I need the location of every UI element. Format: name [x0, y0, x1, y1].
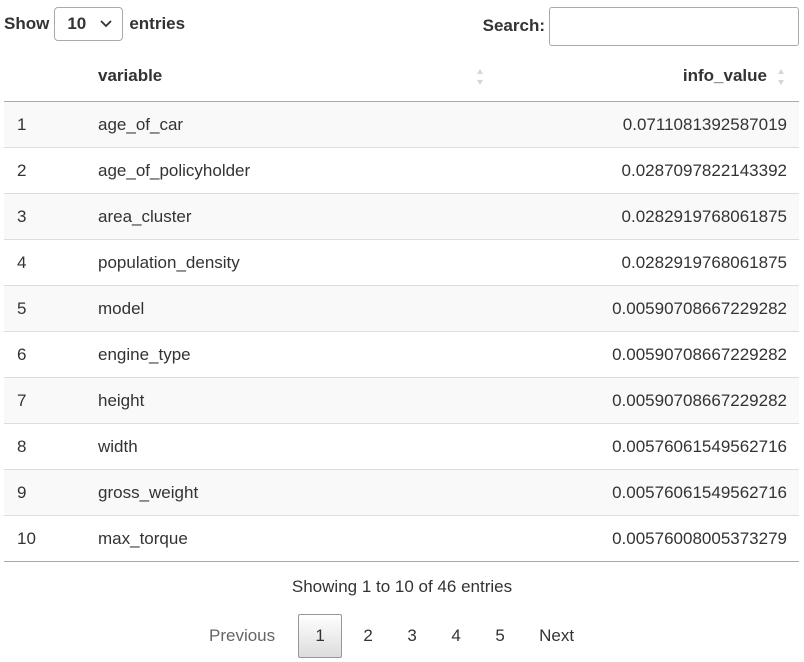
variable-cell: max_torque	[86, 515, 416, 562]
page-length-select[interactable]: 10	[54, 7, 124, 41]
column-header-index	[4, 54, 86, 102]
info-value-cell: 0.00576061549562716	[416, 423, 799, 470]
row-index: 3	[4, 193, 86, 240]
row-index: 8	[4, 423, 86, 470]
variable-cell: area_cluster	[86, 193, 416, 240]
table-info-text: Showing 1 to 10 of 46 entries	[291, 577, 513, 596]
page-button-1[interactable]: 1	[298, 614, 343, 658]
pagination: Previous 1 2 3 4 5 Next	[190, 613, 591, 659]
info-value-cell: 0.00576061549562716	[416, 469, 799, 516]
search-label: Search:	[482, 16, 545, 35]
info-value-cell: 0.0711081392587019	[416, 101, 799, 148]
row-index: 2	[4, 147, 86, 194]
row-index: 7	[4, 377, 86, 424]
header-row: variable info_value	[4, 54, 799, 102]
column-header-variable[interactable]: variable	[86, 54, 483, 102]
page-button-4[interactable]: 4	[434, 614, 478, 658]
table-row: 8 width 0.00576061549562716	[4, 423, 799, 470]
chevron-down-icon	[99, 17, 113, 31]
variable-cell: gross_weight	[86, 469, 416, 516]
variable-cell: width	[86, 423, 416, 470]
page-length-control: Show 10 entries	[4, 7, 185, 41]
table-row: 2 age_of_policyholder 0.0287097822143392	[4, 147, 799, 194]
previous-page-button[interactable]: Previous	[190, 614, 294, 658]
column-header-variable-label: variable	[98, 66, 163, 85]
variable-cell: age_of_car	[86, 101, 416, 148]
variable-cell: population_density	[86, 239, 416, 286]
table-row: 1 age_of_car 0.0711081392587019	[4, 101, 799, 148]
table-row: 3 area_cluster 0.0282919768061875	[4, 193, 799, 240]
table-row: 5 model 0.00590708667229282	[4, 285, 799, 332]
table-row: 6 engine_type 0.00590708667229282	[4, 331, 799, 378]
table-row: 9 gross_weight 0.00576061549562716	[4, 469, 799, 516]
row-index: 9	[4, 469, 86, 516]
info-value-cell: 0.00576008005373279	[416, 515, 799, 562]
variable-cell: model	[86, 285, 416, 332]
data-table: variable info_value 1 age_of_car 0.07110…	[4, 54, 799, 562]
column-header-info-value-label: info_value	[682, 66, 767, 85]
info-value-cell: 0.0282919768061875	[416, 193, 799, 240]
show-label: Show	[4, 14, 50, 33]
page-button-3[interactable]: 3	[390, 614, 434, 658]
row-index: 1	[4, 101, 86, 148]
page-button-5[interactable]: 5	[478, 614, 522, 658]
table-row: 10 max_torque 0.00576008005373279	[4, 515, 799, 562]
next-page-button[interactable]: Next	[522, 614, 591, 658]
table-controls: Show 10 entries Search:	[4, 6, 799, 46]
variable-cell: age_of_policyholder	[86, 147, 416, 194]
row-index: 4	[4, 239, 86, 286]
info-value-cell: 0.00590708667229282	[416, 377, 799, 424]
row-index: 5	[4, 285, 86, 332]
page-button-2[interactable]: 2	[346, 614, 390, 658]
search-control: Search:	[483, 6, 799, 46]
sort-both-icon	[777, 67, 785, 87]
row-index: 6	[4, 331, 86, 378]
table-row: 4 population_density 0.0282919768061875	[4, 239, 799, 286]
page-length-value: 10	[67, 14, 87, 33]
row-index: 10	[4, 515, 86, 562]
info-value-cell: 0.0282919768061875	[416, 239, 799, 286]
info-value-cell: 0.00590708667229282	[416, 285, 799, 332]
info-value-cell: 0.00590708667229282	[416, 331, 799, 378]
column-header-info-value[interactable]: info_value	[416, 54, 799, 102]
entries-label: entries	[129, 14, 186, 33]
info-value-cell: 0.0287097822143392	[416, 147, 799, 194]
table-row: 7 height 0.00590708667229282	[4, 377, 799, 424]
search-input[interactable]	[549, 6, 799, 46]
variable-cell: engine_type	[86, 331, 416, 378]
variable-cell: height	[86, 377, 416, 424]
